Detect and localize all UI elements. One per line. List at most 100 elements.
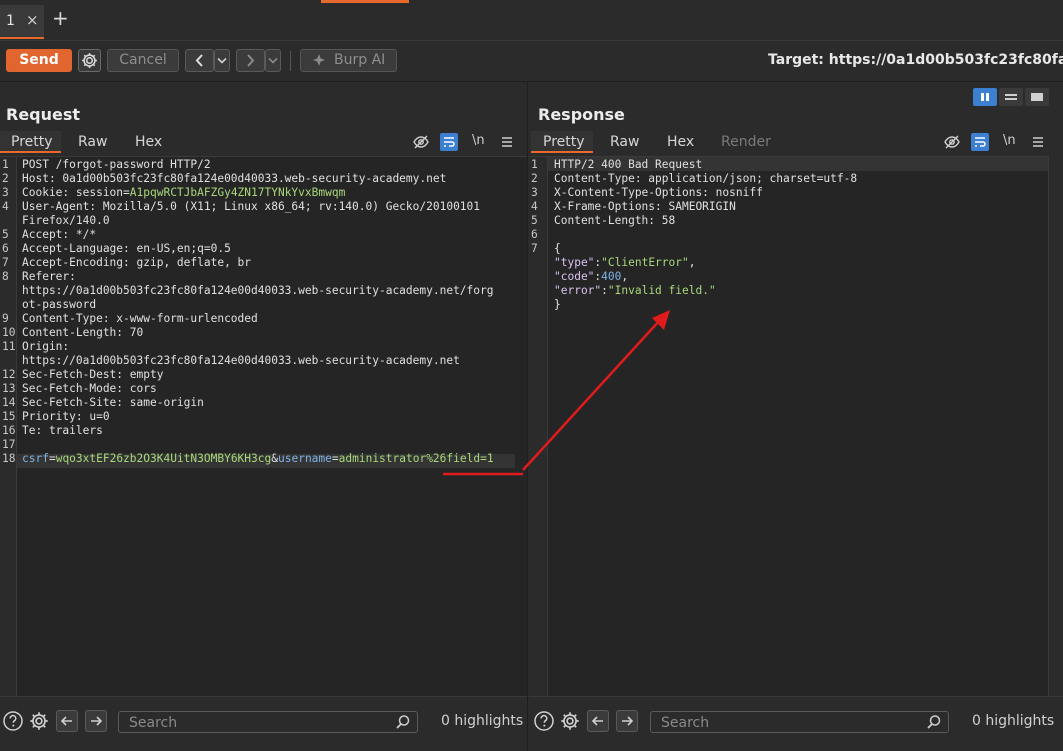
gear-icon	[82, 53, 97, 68]
help-icon[interactable]	[2, 710, 24, 732]
line-number: 4	[531, 200, 538, 213]
response-editor[interactable]: 1 HTTP/2 400 Bad Request 2 Content-Type: ap…	[529, 156, 1048, 696]
newline-toggle[interactable]: \n	[1003, 133, 1016, 148]
line-number: 6	[531, 228, 538, 241]
code-line: 2 Content-Type: application/json; charset…	[529, 172, 857, 186]
tab-render[interactable]: Render	[721, 131, 771, 153]
token: User-Agent: Mozilla/5.0 (X11; Linux x86_…	[22, 200, 481, 213]
hide-icon[interactable]	[943, 133, 961, 151]
code-line: }	[529, 298, 561, 312]
line-number: 7	[531, 242, 538, 255]
token: Priority: u=0	[22, 410, 110, 423]
tab-pretty[interactable]: Pretty	[531, 131, 593, 153]
token: POST /forgot-password HTTP/2	[22, 158, 211, 171]
line-text: }	[554, 298, 561, 312]
line-text: Sec-Fetch-Dest: empty	[22, 368, 163, 382]
target-label[interactable]: Target: https://0a1d00b503fc23fc80fa124e…	[768, 52, 1063, 68]
tab-1[interactable]: 1 ×	[0, 5, 44, 39]
next-match-button[interactable]	[85, 710, 107, 732]
code-line: 9 Content-Type: x-www-form-urlencoded	[0, 312, 258, 326]
line-text: X-Content-Type-Options: nosniff	[554, 186, 763, 200]
code-line: https://0a1d00b503fc23fc80fa124e00d40033…	[0, 284, 493, 298]
wrap-lines-icon[interactable]	[971, 133, 989, 151]
code-line: 12 Sec-Fetch-Dest: empty	[0, 368, 163, 382]
line-text: X-Frame-Options: SAMEORIGIN	[554, 200, 736, 214]
close-icon[interactable]: ×	[26, 11, 39, 29]
token: Accept: */*	[22, 228, 97, 241]
active-indicator	[321, 0, 409, 3]
code-line: 3 X-Content-Type-Options: nosniff	[529, 186, 763, 200]
line-text: Referer:	[22, 270, 76, 284]
search-input[interactable]	[659, 714, 913, 732]
token: "type"	[554, 256, 595, 269]
line-number: 4	[2, 200, 9, 213]
forward-button[interactable]	[236, 49, 265, 72]
cancel-button[interactable]: Cancel	[107, 49, 179, 72]
token: 400	[601, 270, 622, 283]
code-line: 7{	[529, 242, 561, 256]
line-number: 18	[2, 452, 16, 465]
tab-pretty[interactable]: Pretty	[0, 131, 61, 153]
newline-toggle[interactable]: \n	[472, 133, 485, 148]
token: "code"	[554, 270, 595, 283]
code-line: 6	[529, 228, 545, 242]
chevron-down-icon	[217, 57, 227, 64]
code-line: "error":"Invalid field."	[529, 284, 716, 298]
request-search-box[interactable]	[118, 711, 418, 733]
tab-hex[interactable]: Hex	[135, 131, 162, 153]
line-text: Origin:	[22, 340, 69, 354]
line-text: Content-Type: application/json; charset=…	[554, 172, 857, 186]
chevron-down-icon	[268, 57, 278, 64]
line-number: 5	[2, 228, 9, 241]
next-match-button[interactable]	[616, 710, 638, 732]
send-button[interactable]: Send	[6, 49, 72, 72]
request-panel: Request Pretty Raw Hex \n 1 POST /forgot-…	[0, 82, 528, 751]
previous-match-button[interactable]	[56, 710, 78, 732]
menu-icon[interactable]	[500, 133, 514, 151]
tab-hex[interactable]: Hex	[667, 131, 694, 153]
line-number: 1	[531, 158, 538, 171]
request-editor[interactable]: 1 POST /forgot-password HTTP/2 2 Host: 0a1d…	[0, 156, 527, 696]
toolbar-divider	[290, 51, 291, 71]
line-text: Accept-Language: en-US,en;q=0.5	[22, 242, 231, 256]
back-history-dropdown[interactable]	[214, 49, 230, 72]
search-input[interactable]	[127, 714, 381, 732]
line-number: 13	[2, 382, 16, 395]
hide-icon[interactable]	[412, 133, 430, 151]
line-text: "error":"Invalid field."	[554, 284, 716, 298]
back-button[interactable]	[185, 49, 214, 72]
menu-icon[interactable]	[1031, 133, 1045, 151]
token: ot-password	[22, 298, 97, 311]
gear-icon[interactable]	[28, 710, 50, 732]
wrap-lines-icon[interactable]	[440, 133, 458, 151]
code-line: "code":400,	[529, 270, 628, 284]
add-tab-icon[interactable]: +	[52, 8, 69, 28]
line-text: Accept: */*	[22, 228, 96, 242]
line-text: Host: 0a1d00b503fc23fc80fa124e00d40033.w…	[22, 172, 446, 186]
response-search-box[interactable]	[650, 711, 949, 733]
burp-ai-button[interactable]: Burp AI	[300, 49, 397, 72]
token: https://0a1d00b503fc23fc80fa124e00d40033…	[22, 354, 460, 367]
token: Te: trailers	[22, 424, 103, 437]
tab-raw[interactable]: Raw	[610, 131, 639, 153]
line-number: 3	[531, 186, 538, 199]
token: Origin:	[22, 340, 70, 353]
line-number: 7	[2, 256, 9, 269]
code-line: 6 Accept-Language: en-US,en;q=0.5	[0, 242, 231, 256]
highlight-count: 0 highlights	[972, 713, 1055, 729]
tab-raw[interactable]: Raw	[78, 131, 107, 153]
token: Referer:	[22, 270, 76, 283]
code-line: 4 X-Frame-Options: SAMEORIGIN	[529, 200, 736, 214]
line-text: csrf=wqo3xtEF26zb2O3K4UitN3OMBY6KH3cg&us…	[22, 452, 494, 466]
line-text: Content-Length: 58	[554, 214, 675, 228]
scrollbar[interactable]	[1048, 156, 1063, 696]
token: "Invalid field."	[607, 284, 716, 297]
token: &	[271, 452, 278, 465]
previous-match-button[interactable]	[587, 710, 609, 732]
code-line: 13 Sec-Fetch-Mode: cors	[0, 382, 157, 396]
help-icon[interactable]	[533, 710, 555, 732]
forward-history-dropdown[interactable]	[265, 49, 281, 72]
gear-icon[interactable]	[559, 710, 581, 732]
settings-button[interactable]	[78, 49, 101, 72]
line-text: Sec-Fetch-Mode: cors	[22, 382, 157, 396]
